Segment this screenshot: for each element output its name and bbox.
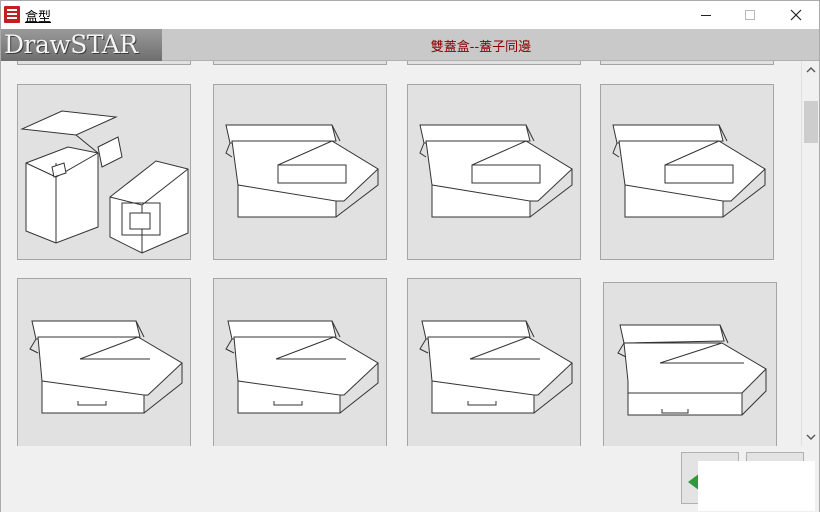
gallery-thumbnail[interactable]	[407, 84, 581, 260]
gallery-thumbnail-partial[interactable]	[17, 61, 191, 65]
gallery-thumbnail[interactable]	[213, 84, 387, 260]
gallery-thumbnail-partial[interactable]	[600, 61, 774, 65]
tray-lid-box-icon	[419, 124, 573, 218]
overlay-patch	[698, 461, 815, 511]
maximize-icon	[745, 10, 755, 20]
scroll-up-button[interactable]	[802, 61, 820, 79]
box-gallery	[1, 61, 801, 446]
tray-lid-box-icon	[612, 124, 766, 218]
header-band: DrawSTAR 雙蓋盒--蓋子同邊	[1, 29, 819, 61]
title-bar: 盒型	[1, 1, 819, 29]
bottom-toolbar	[1, 446, 819, 512]
drawstar-logo: DrawSTAR	[1, 29, 162, 61]
tray-lid-cutout-box-icon	[225, 320, 379, 414]
gallery-thumbnail[interactable]	[17, 84, 191, 260]
chevron-up-icon	[806, 67, 816, 73]
drawstar-app-icon[interactable]	[4, 6, 20, 23]
tray-lid-box-icon	[225, 124, 379, 218]
tray-lid-cutout-box-icon	[419, 320, 573, 414]
gallery-thumbnail[interactable]	[213, 278, 387, 446]
chevron-down-icon	[806, 434, 816, 440]
scroll-thumb[interactable]	[804, 101, 818, 143]
gallery-thumbnail[interactable]	[603, 282, 777, 446]
gallery-thumbnail[interactable]	[407, 278, 581, 446]
vertical-scrollbar[interactable]	[801, 61, 819, 446]
window-title: 盒型	[25, 10, 52, 25]
gallery-thumbnail-partial[interactable]	[407, 61, 581, 65]
close-button[interactable]	[773, 1, 819, 29]
gallery-thumbnail-partial[interactable]	[213, 61, 387, 65]
gallery-thumbnail[interactable]	[600, 84, 774, 260]
gallery-thumbnail[interactable]	[17, 278, 191, 446]
app-window: 盒型 DrawSTAR 雙蓋盒--蓋子同邊	[0, 0, 820, 512]
tray-lid-tab-box-icon	[617, 324, 767, 416]
box-with-insert-icon	[20, 110, 189, 254]
maximize-button[interactable]	[727, 1, 773, 29]
box-type-title: 雙蓋盒--蓋子同邊	[430, 40, 532, 55]
close-icon	[790, 9, 802, 21]
tray-lid-cutout-box-icon	[29, 320, 183, 414]
scroll-down-button[interactable]	[802, 428, 820, 446]
minimize-icon	[701, 14, 711, 16]
minimize-button[interactable]	[683, 1, 729, 29]
